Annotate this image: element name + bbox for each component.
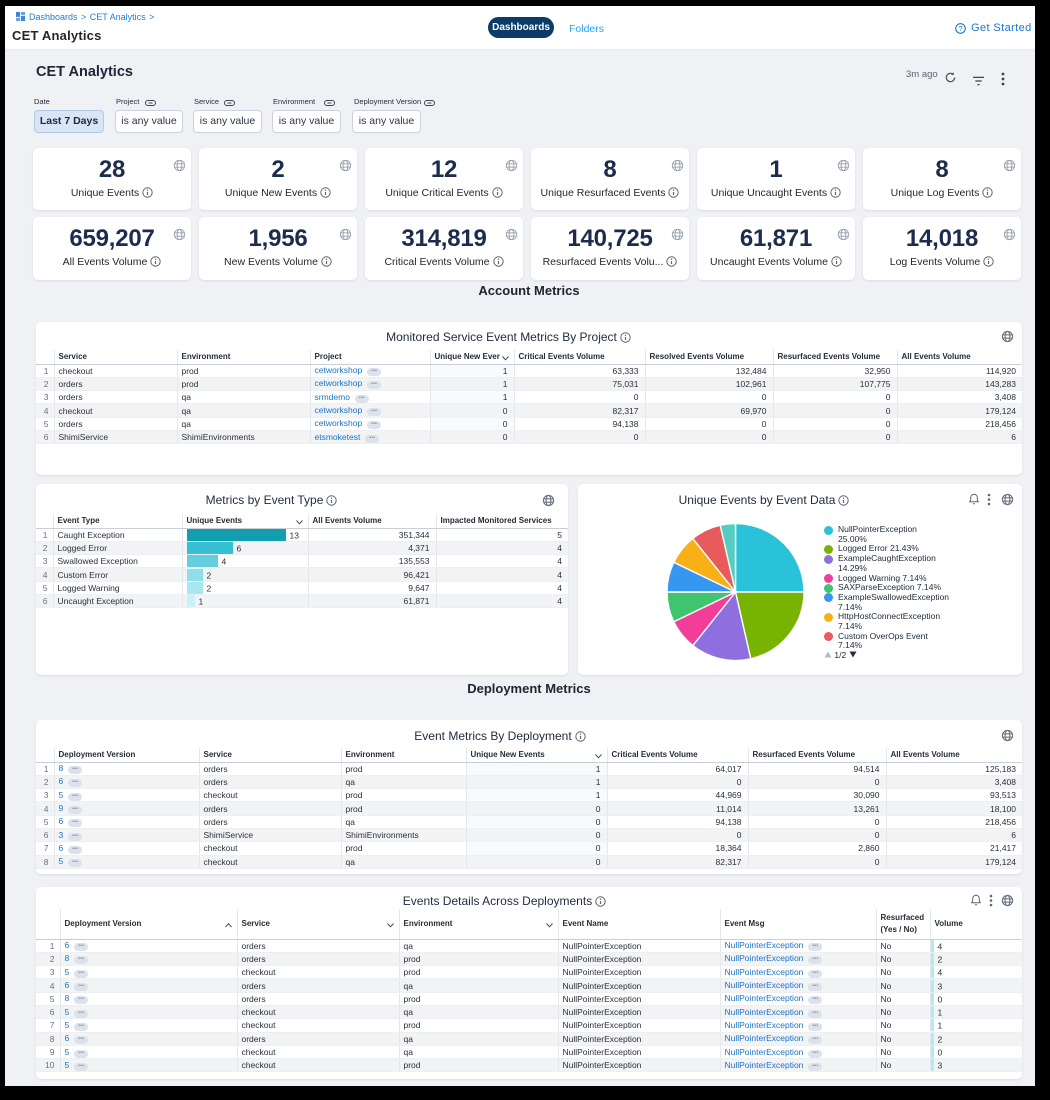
svg-text:?: ?	[958, 24, 962, 33]
